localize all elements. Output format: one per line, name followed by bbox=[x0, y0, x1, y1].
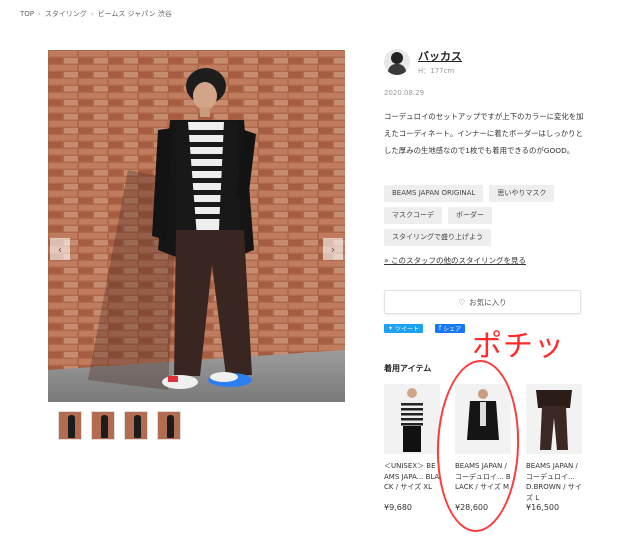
breadcrumb: TOP › スタイリング › ビームス ジャパン 渋谷 bbox=[20, 9, 172, 19]
photo-thumbnail[interactable] bbox=[58, 411, 82, 440]
item-price: ¥9,680 bbox=[384, 503, 412, 512]
staff-height: H：177cm bbox=[418, 67, 455, 75]
chevron-right-icon: › bbox=[38, 10, 41, 18]
breadcrumb-styling[interactable]: スタイリング bbox=[45, 9, 87, 19]
favorite-label: お気に入り bbox=[469, 297, 507, 307]
photo-thumbnail[interactable] bbox=[91, 411, 115, 440]
item-card[interactable]: BEAMS JAPAN / コーデュロイ... D.BROWN / サイズ L … bbox=[526, 384, 582, 512]
staff-name[interactable]: バッカス bbox=[418, 48, 462, 64]
prev-photo-button[interactable]: ‹ bbox=[50, 238, 70, 260]
photo-thumbnails bbox=[58, 411, 181, 440]
tag-border[interactable]: ボーダー bbox=[448, 207, 492, 224]
item-name[interactable]: ＜UNISEX＞ BEAMS JAPA... BLACK / サイズ XL bbox=[384, 461, 440, 503]
breadcrumb-shop[interactable]: ビームス ジャパン 渋谷 bbox=[98, 9, 172, 19]
staff-profile: バッカス H：177cm bbox=[384, 48, 462, 76]
next-photo-button[interactable]: › bbox=[323, 238, 343, 260]
tag-omoiyari-mask[interactable]: 思いやりマスク bbox=[489, 185, 555, 202]
annotation-text: ポチッ bbox=[472, 329, 565, 364]
avatar[interactable] bbox=[384, 49, 410, 75]
twitter-icon: ✦ bbox=[388, 325, 394, 332]
tag-beams-japan-original[interactable]: BEAMS JAPAN ORIGINAL bbox=[384, 185, 484, 202]
used-items-title: 着用アイテム bbox=[384, 364, 432, 373]
item-card[interactable]: ＜UNISEX＞ BEAMS JAPA... BLACK / サイズ XL ¥9… bbox=[384, 384, 440, 512]
tweet-label: ツイート bbox=[395, 326, 420, 333]
photo-thumbnail[interactable] bbox=[124, 411, 148, 440]
favorite-button[interactable]: ♡ お気に入り bbox=[384, 290, 581, 314]
main-styling-photo bbox=[48, 50, 345, 402]
facebook-icon: f bbox=[439, 325, 442, 332]
tag-list: BEAMS JAPAN ORIGINAL 思いやりマスク マスクコーデ ボーダー… bbox=[384, 185, 584, 246]
item-price: ¥16,500 bbox=[526, 503, 560, 512]
heart-icon: ♡ bbox=[458, 297, 466, 307]
photo-thumbnail[interactable] bbox=[157, 411, 181, 440]
more-staff-styling-link[interactable]: » このスタッフの他のスタイリングを見る bbox=[384, 255, 526, 266]
item-name[interactable]: BEAMS JAPAN / コーデュロイ... D.BROWN / サイズ L bbox=[526, 461, 582, 503]
tag-styling-moriagari[interactable]: スタイリングで盛り上げよう bbox=[384, 229, 491, 246]
tweet-button[interactable]: ✦ ツイート bbox=[384, 324, 424, 333]
item-image[interactable] bbox=[526, 384, 582, 454]
post-date: 2020.08.29 bbox=[384, 89, 425, 97]
breadcrumb-top[interactable]: TOP bbox=[20, 10, 34, 18]
chevron-right-icon: › bbox=[330, 242, 336, 256]
share-label: シェア bbox=[443, 326, 462, 333]
chevron-left-icon: ‹ bbox=[57, 242, 63, 256]
chevron-right-icon: › bbox=[90, 10, 94, 18]
tag-mask-code[interactable]: マスクコーデ bbox=[384, 207, 442, 224]
item-image[interactable] bbox=[384, 384, 440, 454]
facebook-share-button[interactable]: f シェア bbox=[435, 324, 466, 333]
styling-description: コーデュロイのセットアップですが上下のカラーに変化を加えたコーディネート。インナ… bbox=[384, 112, 584, 155]
